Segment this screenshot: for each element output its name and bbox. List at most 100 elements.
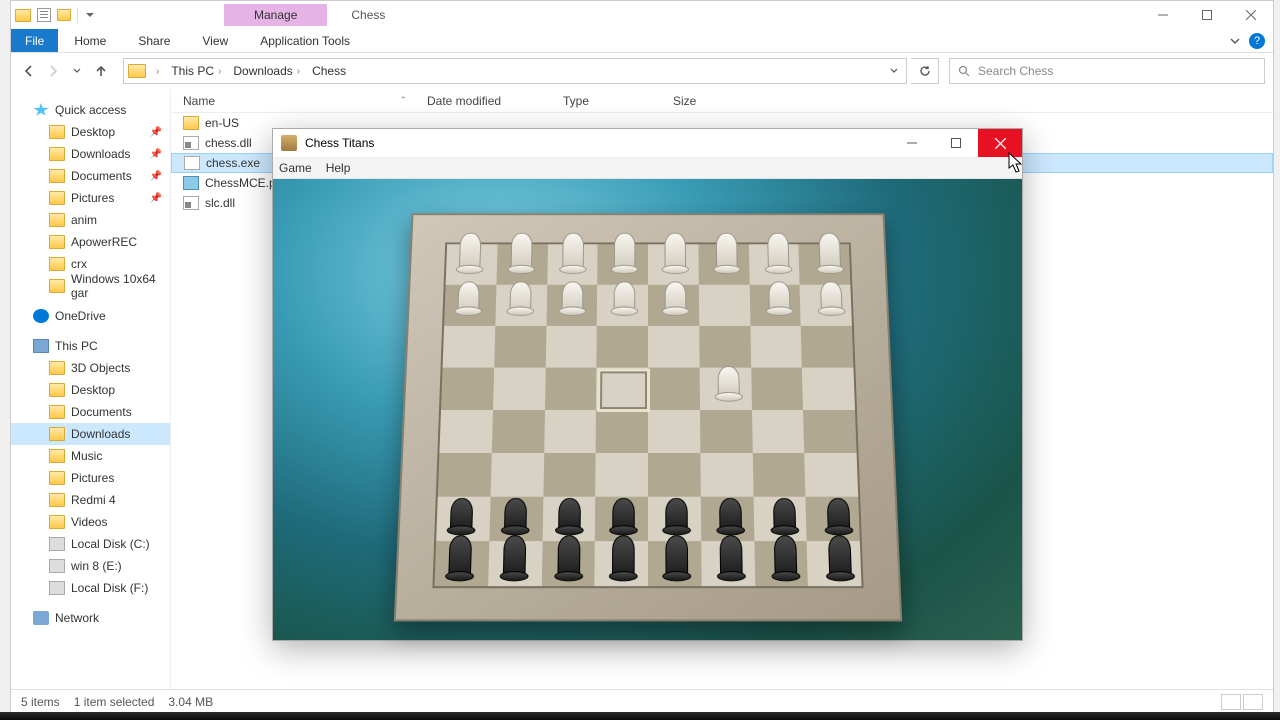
chess-piece[interactable] xyxy=(710,232,744,270)
search-box[interactable]: Search Chess xyxy=(949,58,1265,84)
view-details-button[interactable] xyxy=(1221,694,1241,710)
nav-pc-item[interactable]: Desktop xyxy=(11,379,170,401)
column-type[interactable]: Type xyxy=(551,94,661,108)
breadcrumb-segment[interactable]: This PC › xyxy=(165,59,227,83)
column-name[interactable]: Name⌃ xyxy=(171,94,415,108)
chess-piece[interactable] xyxy=(496,534,532,577)
nav-quick-access-item[interactable]: Downloads📌 xyxy=(11,143,170,165)
chess-piece[interactable] xyxy=(821,534,857,577)
nav-quick-access-item[interactable]: Windows 10x64 gar xyxy=(11,275,170,297)
forward-button[interactable] xyxy=(43,61,63,81)
chess-piece[interactable] xyxy=(659,489,694,531)
nav-pc-item[interactable]: Redmi 4 xyxy=(11,489,170,511)
breadcrumb-chevron[interactable]: › xyxy=(150,59,165,83)
chess-piece[interactable] xyxy=(504,232,538,270)
view-thumbnails-button[interactable] xyxy=(1243,694,1263,710)
chess-piece[interactable] xyxy=(551,489,586,531)
tab-home[interactable]: Home xyxy=(58,29,122,52)
chess-piece[interactable] xyxy=(767,534,803,577)
address-bar[interactable]: › This PC › Downloads › Chess xyxy=(123,58,907,84)
sort-indicator-icon: ⌃ xyxy=(399,95,407,106)
chess-piece[interactable] xyxy=(820,489,856,531)
chess-piece[interactable] xyxy=(556,232,590,270)
nav-pc-item[interactable]: Music xyxy=(11,445,170,467)
qat-properties-icon[interactable] xyxy=(37,8,51,22)
nav-quick-access-item[interactable]: anim xyxy=(11,209,170,231)
tab-view[interactable]: View xyxy=(186,29,244,52)
qat-newfolder-icon[interactable] xyxy=(57,9,71,21)
close-button[interactable] xyxy=(1229,1,1273,29)
help-button[interactable]: ? xyxy=(1249,33,1265,49)
nav-onedrive[interactable]: OneDrive xyxy=(11,305,170,327)
taskbar[interactable] xyxy=(0,712,1280,720)
file-icon xyxy=(183,136,199,150)
chess-piece[interactable] xyxy=(659,534,694,577)
chess-close-button[interactable] xyxy=(978,129,1022,157)
nav-pc-item[interactable]: Pictures xyxy=(11,467,170,489)
nav-pc-item[interactable]: win 8 (E:) xyxy=(11,555,170,577)
file-tab[interactable]: File xyxy=(11,29,58,52)
chess-maximize-button[interactable] xyxy=(934,129,978,157)
nav-quick-access-item[interactable]: Documents📌 xyxy=(11,165,170,187)
chess-piece[interactable] xyxy=(605,489,640,531)
qat-dropdown-icon[interactable] xyxy=(86,11,94,19)
chess-piece[interactable] xyxy=(453,232,487,270)
chess-piece[interactable] xyxy=(766,489,802,531)
nav-pc-item[interactable]: 3D Objects xyxy=(11,357,170,379)
recent-locations-icon[interactable] xyxy=(67,61,87,81)
chess-piece[interactable] xyxy=(713,489,748,531)
chess-piece[interactable] xyxy=(761,232,795,270)
nav-pc-item[interactable]: Videos xyxy=(11,511,170,533)
column-size[interactable]: Size xyxy=(661,94,735,108)
address-dropdown-icon[interactable] xyxy=(882,64,906,78)
folder-icon xyxy=(49,147,65,161)
chess-piece[interactable] xyxy=(503,273,537,312)
nav-pc-item[interactable]: Local Disk (C:) xyxy=(11,533,170,555)
nav-this-pc[interactable]: This PC xyxy=(11,335,170,357)
chess-piece[interactable] xyxy=(497,489,533,531)
chess-piece[interactable] xyxy=(813,273,848,312)
nav-quick-access-item[interactable]: ApowerREC xyxy=(11,231,170,253)
back-button[interactable] xyxy=(19,61,39,81)
chess-board-area[interactable] xyxy=(273,179,1022,640)
contextual-ribbon-tab[interactable]: Manage xyxy=(224,4,327,26)
chess-piece[interactable] xyxy=(607,232,640,270)
chess-piece[interactable] xyxy=(711,357,745,397)
nav-pc-item[interactable]: Downloads xyxy=(11,423,170,445)
chess-piece[interactable] xyxy=(451,273,486,312)
chess-piece[interactable] xyxy=(762,273,796,312)
nav-quick-access-item[interactable]: Pictures📌 xyxy=(11,187,170,209)
maximize-button[interactable] xyxy=(1185,1,1229,29)
minimize-button[interactable] xyxy=(1141,1,1185,29)
column-date[interactable]: Date modified xyxy=(415,94,551,108)
tab-share[interactable]: Share xyxy=(122,29,186,52)
chess-piece[interactable] xyxy=(555,273,589,312)
nav-quick-access-item[interactable]: Desktop📌 xyxy=(11,121,170,143)
chess-minimize-button[interactable] xyxy=(890,129,934,157)
menu-help[interactable]: Help xyxy=(326,161,351,175)
chess-piece[interactable] xyxy=(713,534,749,577)
up-button[interactable] xyxy=(91,61,111,81)
chess-piece[interactable] xyxy=(659,232,692,270)
chess-board[interactable] xyxy=(393,213,901,621)
chess-piece[interactable] xyxy=(605,534,640,577)
chess-piece[interactable] xyxy=(659,273,692,312)
chess-piece[interactable] xyxy=(444,489,480,531)
expand-ribbon-icon[interactable] xyxy=(1225,29,1245,52)
chess-piece[interactable] xyxy=(607,273,640,312)
refresh-button[interactable] xyxy=(911,58,939,84)
breadcrumb-segment[interactable]: Chess xyxy=(306,59,352,83)
nav-quick-access[interactable]: Quick access xyxy=(11,99,170,121)
folder-icon xyxy=(49,213,65,227)
tab-application-tools[interactable]: Application Tools xyxy=(244,29,366,52)
menu-game[interactable]: Game xyxy=(279,161,312,175)
app-icon[interactable] xyxy=(15,9,31,22)
nav-pc-item[interactable]: Documents xyxy=(11,401,170,423)
chess-piece[interactable] xyxy=(442,534,478,577)
nav-network[interactable]: Network xyxy=(11,607,170,629)
chess-piece[interactable] xyxy=(812,232,846,270)
highlighted-square[interactable] xyxy=(597,368,650,411)
chess-piece[interactable] xyxy=(551,534,586,577)
nav-pc-item[interactable]: Local Disk (F:) xyxy=(11,577,170,599)
breadcrumb-segment[interactable]: Downloads › xyxy=(227,59,306,83)
